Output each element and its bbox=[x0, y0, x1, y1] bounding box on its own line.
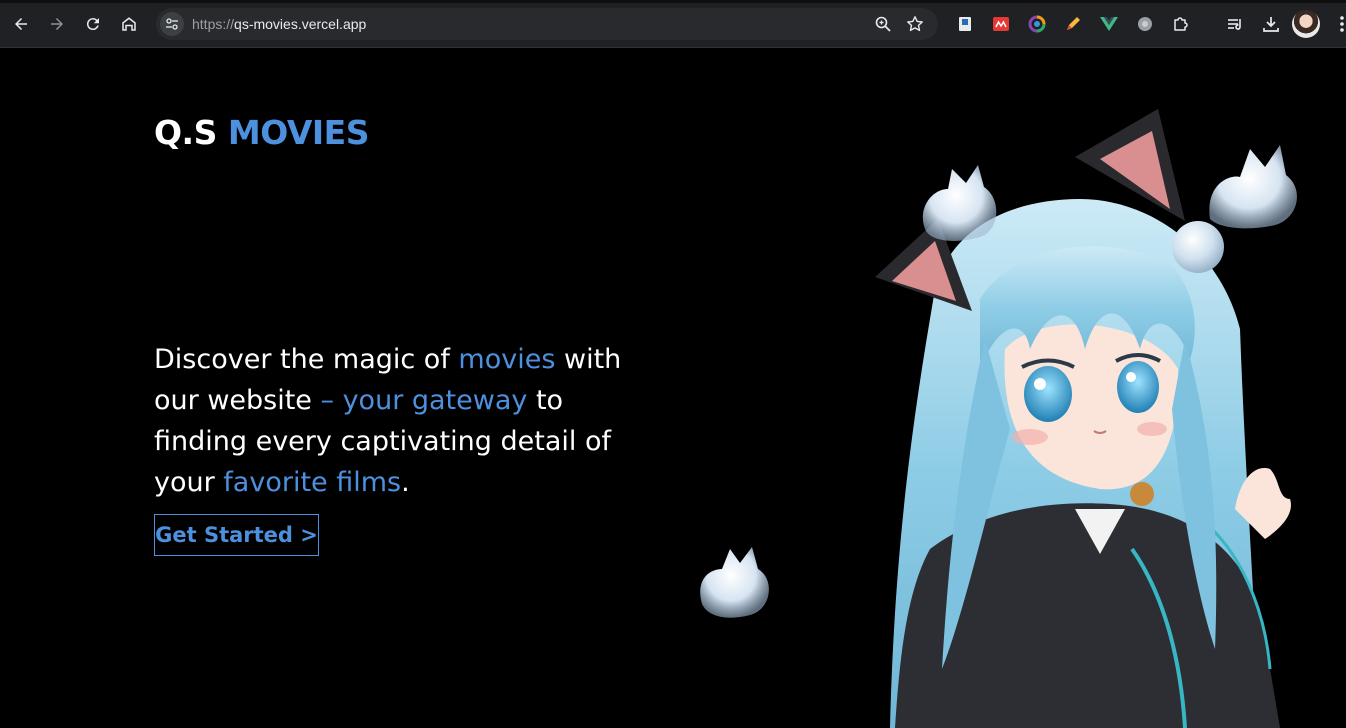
hero-highlight-gateway: – your gateway bbox=[320, 385, 528, 416]
hero-highlight-films: favorite films bbox=[223, 467, 402, 498]
extension-red-icon[interactable] bbox=[992, 15, 1010, 33]
hero-text: Discover the magic of movies with our we… bbox=[154, 339, 644, 503]
home-icon[interactable] bbox=[117, 12, 141, 36]
browser-toolbar: https://qs-movies.vercel.app bbox=[0, 0, 1346, 48]
eye-left bbox=[1024, 366, 1072, 422]
url-host: qs-movies.vercel.app bbox=[234, 16, 367, 32]
forward-icon[interactable] bbox=[45, 12, 69, 36]
paw-brooch bbox=[1130, 482, 1154, 506]
more-menu-icon[interactable] bbox=[1334, 14, 1346, 34]
hero-text-part: . bbox=[401, 467, 410, 498]
eye-left-highlight bbox=[1034, 378, 1046, 390]
bookmark-star-icon[interactable] bbox=[906, 15, 924, 33]
blush-right bbox=[1137, 422, 1167, 436]
slime-on-head bbox=[922, 165, 997, 241]
hero-text-part: Discover the magic of bbox=[154, 344, 459, 375]
extension-pencil-icon[interactable] bbox=[1064, 15, 1082, 33]
profile-avatar[interactable] bbox=[1292, 10, 1320, 38]
reading-list-icon[interactable] bbox=[1226, 15, 1244, 33]
slime-floating-right bbox=[1209, 145, 1297, 229]
blush-left bbox=[1012, 429, 1048, 445]
extension-save-icon[interactable] bbox=[956, 15, 974, 33]
pearl-hair-ornament bbox=[1172, 221, 1224, 273]
address-bar[interactable]: https://qs-movies.vercel.app bbox=[156, 8, 938, 40]
back-icon[interactable] bbox=[9, 12, 33, 36]
download-icon[interactable] bbox=[1262, 15, 1280, 33]
extension-gray-circle-icon[interactable] bbox=[1136, 15, 1154, 33]
reload-icon[interactable] bbox=[81, 12, 105, 36]
extension-vue-icon[interactable] bbox=[1100, 15, 1118, 33]
hero-highlight-movies: movies bbox=[458, 344, 556, 375]
get-started-button[interactable]: Get Started > bbox=[154, 514, 319, 556]
site-info-icon[interactable] bbox=[160, 12, 184, 36]
slime-floating-left bbox=[700, 547, 769, 618]
page-content: Q.S MOVIES Discover the magic of movies … bbox=[0, 49, 1346, 728]
url-text[interactable]: https://qs-movies.vercel.app bbox=[192, 8, 366, 40]
extension-color-ring-icon[interactable] bbox=[1028, 15, 1046, 33]
anime-catgirl-illustration bbox=[700, 109, 1297, 728]
eye-right-highlight bbox=[1126, 372, 1136, 382]
eye-right bbox=[1117, 361, 1159, 413]
extensions-puzzle-icon[interactable] bbox=[1172, 15, 1190, 33]
site-logo[interactable]: Q.S MOVIES bbox=[154, 113, 370, 152]
logo-accent: MOVIES bbox=[227, 113, 370, 152]
url-scheme: https:// bbox=[192, 16, 235, 32]
logo-prefix: Q.S bbox=[154, 113, 217, 152]
zoom-icon[interactable] bbox=[874, 15, 892, 33]
